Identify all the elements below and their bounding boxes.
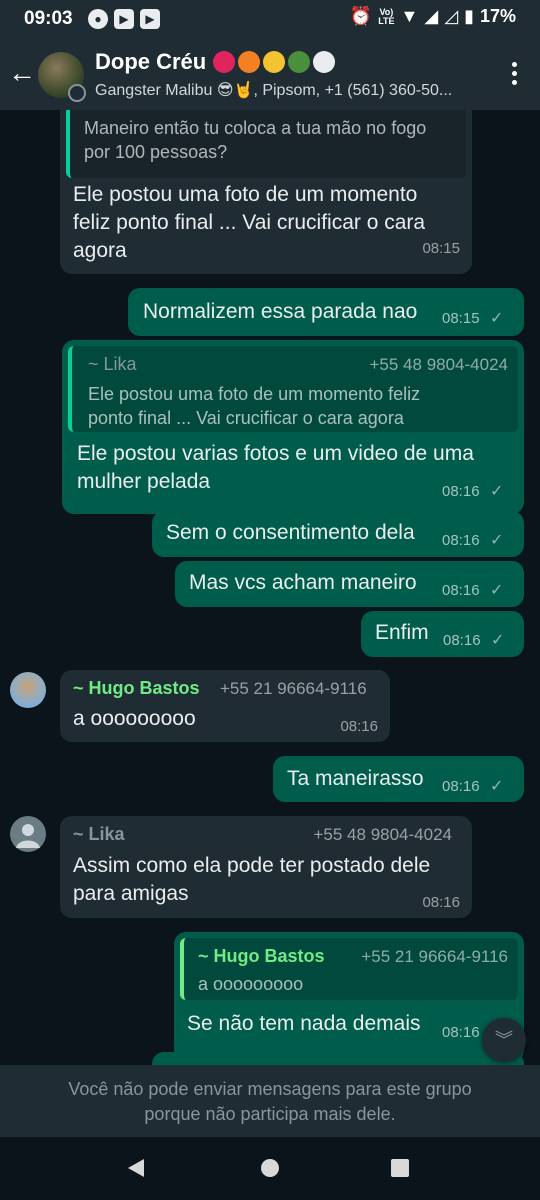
quoted-message[interactable]: ~ Lika +55 48 9804-4024 Ele postou uma f… (68, 346, 518, 432)
message-bubble[interactable]: Enfim 08:16 ✓ (361, 611, 524, 657)
sender-name[interactable]: ~ Hugo Bastos (73, 678, 200, 699)
wifi-icon: ▼ (400, 6, 419, 26)
message-bubble[interactable] (152, 1052, 524, 1065)
quoted-message[interactable]: Maneiro então tu coloca a tua mão no fog… (66, 110, 466, 178)
volte-icon: Vo) LTE (378, 6, 395, 26)
read-check-icon: ✓ (490, 778, 504, 795)
message-time: 08:16 (340, 718, 378, 735)
default-person-icon (16, 824, 40, 848)
message-time: 08:15 (422, 240, 460, 257)
message-time: 08:16 (442, 532, 480, 549)
nav-back-icon[interactable] (128, 1159, 144, 1177)
message-text: Ta maneirasso (287, 767, 424, 790)
books-icon (288, 51, 310, 73)
battery-percent: 17% (479, 6, 516, 26)
message-text: Normalizem essa parada nao (143, 300, 418, 323)
message-time: 08:16 (442, 778, 480, 795)
nav-home-icon[interactable] (261, 1159, 279, 1177)
notification-icons: ● ▶ ▶ (88, 9, 160, 29)
leaf-icon (238, 51, 260, 73)
sender-name[interactable]: ~ Lika (73, 824, 125, 845)
no-under-18-icon (213, 51, 235, 73)
read-check-icon: ✓ (490, 310, 504, 327)
alarm-icon: ⏰ (349, 6, 373, 26)
message-bubble[interactable]: Mas vcs acham maneiro 08:16 ✓ (175, 561, 524, 607)
quoted-text: a ooooooooo (198, 974, 304, 994)
quoted-text: Maneiro então tu coloca a tua mão no fog… (84, 118, 427, 162)
read-check-icon: ✓ (490, 582, 504, 599)
message-time: 08:16 (442, 483, 480, 500)
sender-phone: +55 48 9804-4024 (313, 825, 453, 844)
quoted-sender: ~ Lika (88, 354, 137, 374)
message-bubble[interactable]: Ta maneirasso 08:16 ✓ (273, 756, 524, 802)
battery-icon: ▮ (464, 6, 474, 26)
youtube-icon: ▶ (114, 9, 134, 29)
read-check-icon: ✓ (491, 632, 505, 649)
message-bubble[interactable]: Sem o consentimento dela 08:16 ✓ (152, 511, 524, 557)
message-text: Assim como ela pode ter postado dele par… (73, 854, 431, 905)
message-text: a ooooooooo (73, 707, 196, 730)
group-members[interactable]: Gangster Malibu 😎🤘, Pipsom, +1 (561) 360… (95, 80, 495, 100)
message-bubble[interactable]: Maneiro então tu coloca a tua mão no fog… (60, 110, 472, 274)
message-bubble[interactable]: ~ Hugo Bastos +55 21 96664-9116 a oooooo… (60, 670, 390, 742)
message-list[interactable]: Maneiro então tu coloca a tua mão no fog… (0, 110, 540, 1065)
message-time: 08:16 (442, 582, 480, 599)
group-name[interactable]: Dope Créu (95, 49, 206, 75)
chat-header: ← Dope Créu Gangster Malibu 😎🤘, Pipsom, … (0, 38, 540, 110)
status-time: 09:03 (24, 8, 73, 29)
sender-phone: +55 21 96664-9116 (220, 679, 367, 698)
message-bubble[interactable]: ~ Hugo Bastos +55 21 96664-9116 a oooooo… (174, 932, 524, 1062)
community-badge-icon (68, 84, 86, 102)
quoted-sender: ~ Hugo Bastos (198, 946, 325, 966)
message-text: Ele postou varias fotos e um video de um… (77, 442, 474, 493)
message-text: Se não tem nada demais (187, 1012, 421, 1035)
double-chevron-down-icon: ︾ (495, 1030, 513, 1050)
beer-icon (263, 51, 285, 73)
message-bubble[interactable]: Normalizem essa parada nao 08:15 ✓ (128, 288, 524, 336)
scroll-to-bottom-button[interactable]: ︾ (482, 1018, 526, 1062)
message-bubble[interactable]: ~ Lika +55 48 9804-4024 Assim como ela p… (60, 816, 472, 918)
not-participant-footer: Você não pode enviar mensagens para este… (0, 1065, 540, 1137)
status-right: ⏰ Vo) LTE ▼ ◢ ◿ ▮ 17% (350, 6, 516, 27)
message-time: 08:16 (443, 632, 481, 649)
message-time: 08:16 (422, 894, 460, 911)
message-text: Enfim (375, 621, 429, 644)
read-check-icon: ✓ (490, 532, 504, 549)
read-check-icon: ✓ (490, 483, 504, 500)
user-avatar[interactable] (10, 672, 46, 708)
message-bubble[interactable]: ~ Lika +55 48 9804-4024 Ele postou uma f… (62, 340, 524, 514)
message-time: 08:16 (442, 1024, 480, 1041)
chat-notification-icon: ● (88, 9, 108, 29)
message-text: Ele postou uma foto de um momento feliz … (73, 183, 426, 262)
youtube-icon-2: ▶ (140, 9, 160, 29)
more-options-icon[interactable] (512, 62, 518, 89)
quoted-phone: +55 48 9804-4024 (369, 355, 509, 374)
message-time: 08:15 (442, 310, 480, 327)
status-bar: 09:03 ● ▶ ▶ ⏰ Vo) LTE ▼ ◢ ◿ ▮ 17% (0, 0, 540, 38)
checkered-flag-icon (313, 51, 335, 73)
user-avatar[interactable] (10, 816, 46, 852)
navigation-bar (0, 1137, 540, 1200)
quoted-text: Ele postou uma foto de um momento feliz … (88, 384, 421, 428)
message-text: Sem o consentimento dela (166, 521, 415, 544)
message-text: Mas vcs acham maneiro (189, 571, 417, 594)
group-name-emojis (213, 51, 335, 73)
signal-icon-2: ◿ (444, 6, 459, 26)
nav-recents-icon[interactable] (391, 1159, 409, 1177)
signal-icon: ◢ (424, 6, 439, 26)
footer-message: Você não pode enviar mensagens para este… (68, 1079, 472, 1124)
quoted-phone: +55 21 96664-9116 (361, 947, 508, 966)
back-arrow-icon[interactable]: ← (8, 59, 36, 88)
quoted-message[interactable]: ~ Hugo Bastos +55 21 96664-9116 a oooooo… (180, 938, 518, 1000)
